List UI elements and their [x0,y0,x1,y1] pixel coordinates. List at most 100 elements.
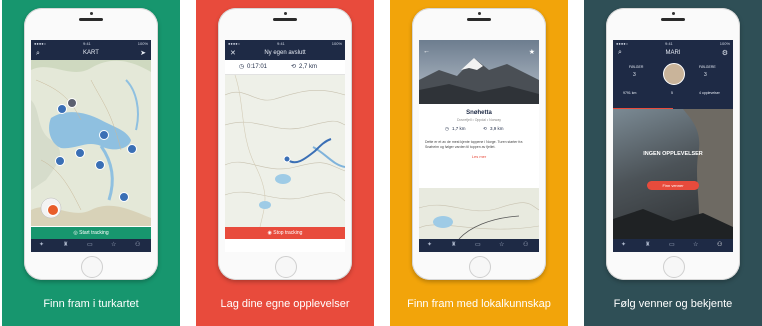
place-name: Snøhetta [466,110,492,116]
poi-pin[interactable] [99,130,109,140]
caption: Følg venner og bekjente [613,298,733,310]
poi-pin[interactable] [95,160,105,170]
stat-count: 5 [671,91,673,95]
camera-dot [672,12,675,15]
description: Dette er et av de mest kjente toppene i … [425,140,523,149]
speaker-slot [273,18,297,21]
map-icon[interactable]: ▭ [475,239,481,252]
phone-mockup: ●●●●○ 9:41 100% ⌕ MARI ⚙ FØLGER 3 FØLGERE … [606,8,740,280]
detail-card: Snøhetta Dovrefjell • Oppdal • Norway ◷ … [419,104,539,188]
place-region: Dovrefjell • Oppdal • Norway [456,118,502,122]
phone-mockup: ← ★ Snøhetta Dovrefjell • Oppdal • Norwa… [412,8,546,280]
star-icon[interactable]: ☆ [693,239,698,252]
following-label: FØLGERE [699,65,716,69]
mini-map[interactable] [419,188,539,239]
hero-photo: INGEN OPPLEVELSER Finn venner [613,109,733,239]
clock-icon: ◷ [239,64,245,70]
find-friends-button[interactable]: Finn venner [647,181,699,190]
screen-title: KART [83,50,99,56]
topo-map[interactable] [225,75,345,227]
phone-screen: ← ★ Snøhetta Dovrefjell • Oppdal • Norwa… [419,40,539,252]
camera-dot [90,12,93,15]
poi-pin[interactable] [55,156,65,166]
stop-tracking-bar[interactable]: ◉ Stop tracking [225,227,345,239]
user-icon[interactable]: ⚇ [135,239,140,252]
empty-title: INGEN OPPLEVELSER [643,151,703,157]
close-icon[interactable]: ✕ [230,47,236,60]
selected-pin[interactable] [47,204,59,216]
map-icon[interactable]: ▭ [669,239,675,252]
backpack-icon[interactable]: ♜ [63,239,68,252]
route-icon: ⟲ [291,64,297,70]
speaker-slot [661,18,685,21]
tab-bar: ✦ ♜ ▭ ☆ ⚇ [419,239,539,252]
phone-screen: ●●●●○ 9:41 100% ⌕ MARI ⚙ FØLGER 3 FØLGERE … [613,40,733,252]
distance: 2,7 km [299,64,318,70]
top-bar: ⌕ KART ➤ [31,47,151,60]
action-label: Start tracking [79,230,109,236]
poi-pin[interactable] [75,148,85,158]
user-icon[interactable]: ⚇ [717,239,722,252]
stat-experiences: 4 opplevelser [699,91,720,95]
profile-name: MARI [665,50,681,56]
location-arrow-icon[interactable]: ➤ [140,47,146,60]
phone-mockup: ●●●●○ 9:41 100% ✕ Ny egen avslutt ◷ 0:17:0… [218,8,352,280]
status-bar: ●●●●○ 9:41 100% [225,40,345,47]
status-bar: ●●●●○ 9:41 100% [31,40,151,47]
top-bar: ✕ Ny egen avslutt [225,47,345,60]
distance-2: 3,9 km [490,126,504,131]
camera-dot [284,12,287,15]
poi-pin[interactable] [119,192,129,202]
topo-map[interactable] [31,60,151,226]
speaker-slot [79,18,103,21]
star-icon[interactable]: ☆ [499,239,504,252]
store-screenshots: ●●●●○ 9:41 100% ⌕ KART ➤ ◎ Start trackin… [0,0,762,326]
following-count: 3 [704,72,707,78]
phone-screen: ●●●●○ 9:41 100% ✕ Ny egen avslutt ◷ 0:17:0… [225,40,345,252]
home-button [663,256,685,278]
hero-photo: ← ★ [419,40,539,104]
empty-bottom [225,239,345,252]
poi-pin[interactable] [127,144,137,154]
home-button [275,256,297,278]
speaker-slot [467,18,491,21]
camera-dot [478,12,481,15]
panel-map: ●●●●○ 9:41 100% ⌕ KART ➤ ◎ Start trackin… [2,0,180,326]
tab-bar: ✦ ♜ ▭ ☆ ⚇ [613,239,733,252]
search-icon[interactable]: ⌕ [36,47,40,60]
phone-mockup: ●●●●○ 9:41 100% ⌕ KART ➤ ◎ Start trackin… [24,8,158,280]
clock-icon: ◷ [445,126,449,131]
map-icon[interactable]: ▭ [87,239,93,252]
followers-label: FØLGER [629,65,644,69]
gear-icon[interactable]: ⚙ [722,49,728,57]
caption: Lag dine egne opplevelser [220,298,350,310]
user-icon[interactable]: ⚇ [523,239,528,252]
tracks-icon[interactable]: ✦ [39,239,44,252]
poi-pin[interactable] [67,98,77,108]
back-icon[interactable]: ← [423,48,430,55]
action-label: Stop tracking [273,230,303,236]
caption: Finn fram i turkartet [43,298,139,310]
backpack-icon[interactable]: ♜ [451,239,456,252]
followers-count: 3 [633,72,636,78]
route-icon: ⟲ [483,126,487,131]
poi-pin[interactable] [57,104,67,114]
read-more-link[interactable]: Les mer [419,154,539,159]
avatar [663,63,685,85]
tracking-stats: ◷ 0:17:01 ⟲ 2,7 km [225,60,345,75]
elapsed-time: 0:17:01 [247,64,268,70]
backpack-icon[interactable]: ♜ [645,239,650,252]
profile-header: ⌕ MARI ⚙ FØLGER 3 FØLGERE 3 9791 km 5 4 … [613,47,733,109]
tracks-icon[interactable]: ✦ [621,239,626,252]
star-icon[interactable]: ★ [529,48,535,56]
tracks-icon[interactable]: ✦ [427,239,432,252]
tab-bar: ✦ ♜ ▭ ☆ ⚇ [31,239,151,252]
phone-screen: ●●●●○ 9:41 100% ⌕ KART ➤ ◎ Start trackin… [31,40,151,252]
status-bar: ●●●●○ 9:41 100% [613,40,733,47]
panel-tracking: ●●●●○ 9:41 100% ✕ Ny egen avslutt ◷ 0:17:0… [196,0,374,326]
start-tracking-bar[interactable]: ◎ Start tracking [31,227,151,239]
caption: Finn fram med lokalkunnskap [407,298,551,310]
distance-1: 1,7 km [452,126,466,131]
stat-distance: 9791 km [623,91,637,95]
star-icon[interactable]: ☆ [111,239,116,252]
